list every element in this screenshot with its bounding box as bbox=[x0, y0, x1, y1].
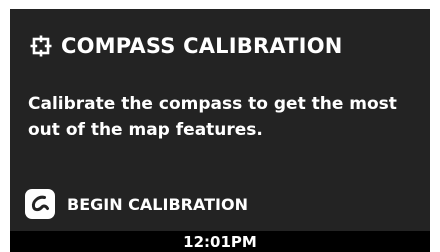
crosshair-square-icon bbox=[30, 35, 52, 57]
screen-header: COMPASS CALIBRATION bbox=[30, 31, 343, 61]
calibration-message: Calibrate the compass to get the most ou… bbox=[28, 94, 397, 140]
begin-calibration-label: BEGIN CALIBRATION bbox=[67, 194, 248, 214]
begin-calibration-button[interactable]: BEGIN CALIBRATION bbox=[25, 189, 248, 219]
page-title: COMPASS CALIBRATION bbox=[61, 34, 343, 58]
compass-calibration-screen: COMPASS CALIBRATION Calibrate the compas… bbox=[10, 9, 430, 252]
status-clock: 12:01PM bbox=[183, 232, 257, 251]
status-bar: 12:01PM bbox=[10, 231, 430, 252]
swipe-gesture-icon bbox=[25, 189, 55, 219]
